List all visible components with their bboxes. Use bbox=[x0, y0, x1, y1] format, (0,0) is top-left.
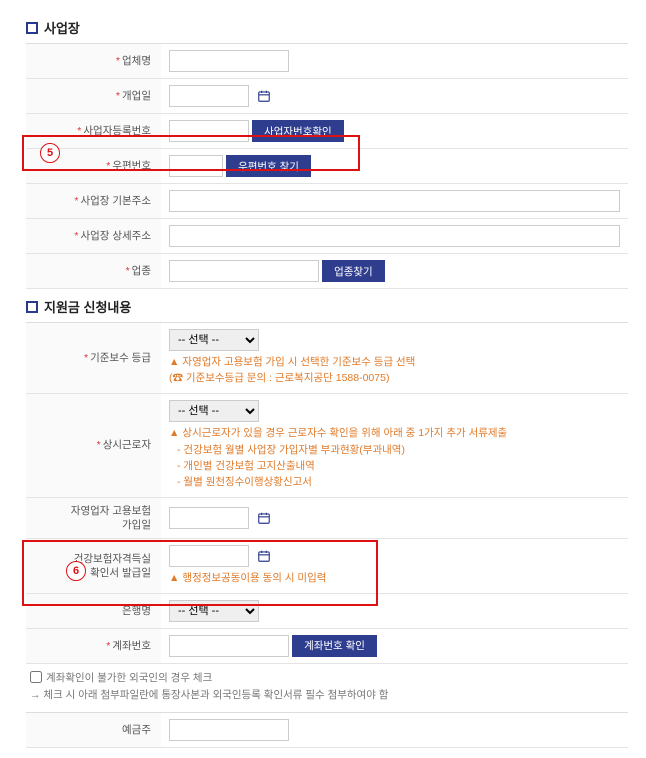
label-grade: *기준보수 등급 bbox=[26, 323, 161, 394]
help-workers-item: 개인별 건강보험 고지산출내역 bbox=[177, 459, 620, 475]
help-health-ins: ▲행정정보공동이용 동의 시 미입력 bbox=[169, 571, 620, 587]
calendar-icon[interactable] bbox=[254, 86, 274, 106]
footnote-line2: → 체크 시 아래 첨부파일란에 통장사본과 외국인등록 확인서류 필수 첨부하… bbox=[30, 687, 624, 702]
footnote: 계좌확인이 불가한 외국인의 경우 체크 → 체크 시 아래 첨부파일란에 통장… bbox=[26, 664, 628, 712]
input-detail-addr[interactable] bbox=[169, 225, 620, 247]
verify-biz-reg-no-button[interactable]: 사업자번호확인 bbox=[252, 120, 344, 142]
calendar-icon[interactable] bbox=[254, 508, 274, 528]
input-health-ins-date[interactable] bbox=[169, 545, 249, 567]
label-biz-reg-no: *사업자등록번호 bbox=[26, 114, 161, 149]
workplace-form: *업체명 *개업일 *사업자등록번호 사업자번호확인 *우편번호 우편번호 찾기… bbox=[26, 43, 628, 289]
label-account: *계좌번호 bbox=[26, 628, 161, 663]
select-workers[interactable]: -- 선택 -- bbox=[169, 400, 259, 422]
label-workers: *상시근로자 bbox=[26, 393, 161, 497]
select-grade[interactable]: -- 선택 -- bbox=[169, 329, 259, 351]
input-base-addr[interactable] bbox=[169, 190, 620, 212]
label-health-ins: 건강보험자격득실 확인서 발급일 bbox=[26, 538, 161, 593]
label-bank: 은행명 bbox=[26, 593, 161, 628]
label-base-addr: *사업장 기본주소 bbox=[26, 184, 161, 219]
input-self-emp-ins-date[interactable] bbox=[169, 507, 249, 529]
checkbox-foreigner[interactable] bbox=[30, 671, 42, 683]
verify-account-button[interactable]: 계좌번호 확인 bbox=[292, 635, 377, 657]
find-postal-code-button[interactable]: 우편번호 찾기 bbox=[226, 155, 311, 177]
input-account-no[interactable] bbox=[169, 635, 289, 657]
section-title-workplace: 사업장 bbox=[26, 18, 628, 37]
input-company-name[interactable] bbox=[169, 50, 289, 72]
application-form: *기준보수 등급 -- 선택 -- ▲자영업자 고용보험 가입 시 선택한 기준… bbox=[26, 322, 628, 664]
input-postal-code[interactable] bbox=[169, 155, 223, 177]
label-self-emp-ins: 자영업자 고용보험 가입일 bbox=[26, 497, 161, 538]
label-open-date: *개업일 bbox=[26, 79, 161, 114]
warning-icon: ▲ bbox=[169, 572, 179, 584]
label-detail-addr: *사업장 상세주소 bbox=[26, 219, 161, 254]
label-deposit-holder: 예금주 bbox=[26, 712, 161, 747]
input-industry[interactable] bbox=[169, 260, 319, 282]
section-title-application: 지원금 신청내용 bbox=[26, 297, 628, 316]
label-postal-code: *우편번호 bbox=[26, 149, 161, 184]
help-workers: ▲상시근로자가 있을 경우 근로자수 확인을 위해 아래 중 1가지 추가 서류… bbox=[169, 426, 620, 491]
find-industry-button[interactable]: 업종찾기 bbox=[322, 260, 385, 282]
footnote-line1: 계좌확인이 불가한 외국인의 경우 체크 bbox=[46, 670, 212, 685]
label-company-name: *업체명 bbox=[26, 44, 161, 79]
input-deposit-holder[interactable] bbox=[169, 719, 289, 741]
warning-icon: ▲ bbox=[169, 356, 179, 368]
input-open-date[interactable] bbox=[169, 85, 249, 107]
deposit-form: 예금주 bbox=[26, 712, 628, 748]
label-industry: *업종 bbox=[26, 254, 161, 289]
calendar-icon[interactable] bbox=[254, 546, 274, 566]
help-workers-item: 건강보험 월별 사업장 가입자별 부과현황(부과내역) bbox=[177, 443, 620, 459]
warning-icon: ▲ bbox=[169, 427, 179, 439]
section-title-text: 사업장 bbox=[44, 18, 80, 37]
select-bank[interactable]: -- 선택 -- bbox=[169, 600, 259, 622]
input-biz-reg-no[interactable] bbox=[169, 120, 249, 142]
help-workers-item: 월별 원천징수이행상황신고서 bbox=[177, 475, 620, 491]
help-grade: ▲자영업자 고용보험 가입 시 선택한 기준보수 등급 선택 (☎ 기준보수등급… bbox=[169, 355, 620, 387]
section-title-text: 지원금 신청내용 bbox=[44, 297, 131, 316]
